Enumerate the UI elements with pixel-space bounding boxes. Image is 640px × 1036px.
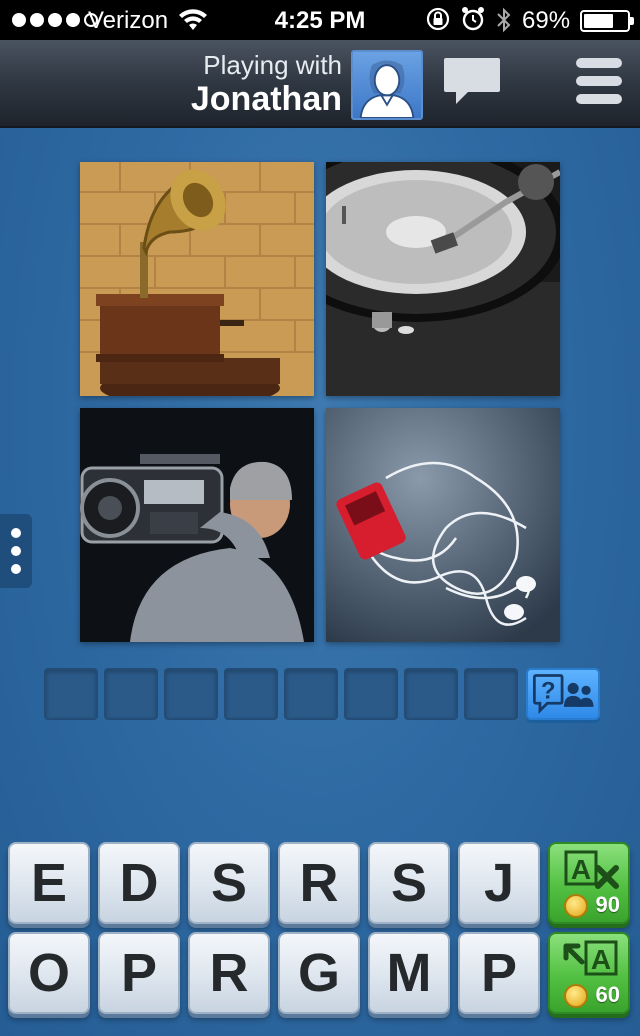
hamburger-menu-icon[interactable] (574, 56, 624, 106)
avatar[interactable] (351, 50, 423, 120)
letter-key[interactable]: J (458, 842, 540, 924)
bluetooth-icon (497, 7, 511, 33)
letter-key[interactable]: S (188, 842, 270, 924)
answer-slot[interactable] (164, 668, 218, 720)
answer-slot[interactable] (284, 668, 338, 720)
answer-slot[interactable] (104, 668, 158, 720)
remove-letters-icon: A (564, 850, 619, 889)
mp3-player-photo[interactable] (326, 408, 560, 642)
playing-with-label: Playing with (203, 50, 342, 80)
mp3-player-illustration (326, 408, 560, 642)
letter-key[interactable]: P (98, 932, 180, 1014)
turntable-photo[interactable] (326, 162, 560, 396)
letter-key[interactable]: O (8, 932, 90, 1014)
answer-slots (44, 668, 518, 720)
letter-key[interactable]: D (98, 842, 180, 924)
letter-key[interactable]: M (368, 932, 450, 1014)
status-bar: Verizon 4:25 PM 69% (0, 0, 640, 40)
gramophone-photo[interactable] (80, 162, 314, 396)
svg-text:?: ? (541, 678, 556, 705)
side-menu-handle[interactable] (0, 514, 32, 588)
rotation-lock-icon (426, 7, 450, 31)
reveal-letter-button[interactable]: A 60 (548, 932, 630, 1014)
person-silhouette-icon (359, 60, 415, 118)
answer-slot[interactable] (404, 668, 458, 720)
answer-slot[interactable] (344, 668, 398, 720)
letter-key[interactable]: E (8, 842, 90, 924)
gramophone-illustration (80, 162, 314, 396)
turntable-illustration (326, 162, 560, 396)
letter-key[interactable]: R (278, 842, 360, 924)
opponent-name: Jonathan (190, 80, 342, 118)
battery-percentage: 69% (522, 7, 571, 34)
chat-bubble-icon[interactable] (442, 56, 502, 106)
answer-slot[interactable] (224, 668, 278, 720)
game-header: Playing with Jonathan (0, 40, 640, 128)
ask-friends-icon: ? (533, 674, 594, 714)
answer-slot[interactable] (44, 668, 98, 720)
reveal-letter-icon: A (563, 940, 618, 976)
battery-icon (580, 10, 634, 32)
svg-text:A: A (571, 854, 591, 885)
boombox-illustration (80, 408, 314, 642)
ask-friends-button[interactable]: ? (526, 668, 600, 720)
answer-slot[interactable] (464, 668, 518, 720)
alarm-icon (462, 7, 484, 31)
letter-key[interactable]: G (278, 932, 360, 1014)
letter-key[interactable]: P (458, 932, 540, 1014)
letter-keyboard: E D S R S J A 90 O P R G M P A 60 (0, 836, 640, 1036)
opponent-info[interactable]: Playing with Jonathan (191, 50, 342, 118)
letter-key[interactable]: R (188, 932, 270, 1014)
reveal-letter-cost: 60 (595, 982, 620, 1007)
svg-text:A: A (591, 944, 611, 975)
letter-key[interactable]: S (368, 842, 450, 924)
boombox-photo[interactable] (80, 408, 314, 642)
remove-letters-cost: 90 (595, 892, 620, 917)
remove-letters-button[interactable]: A 90 (548, 842, 630, 924)
